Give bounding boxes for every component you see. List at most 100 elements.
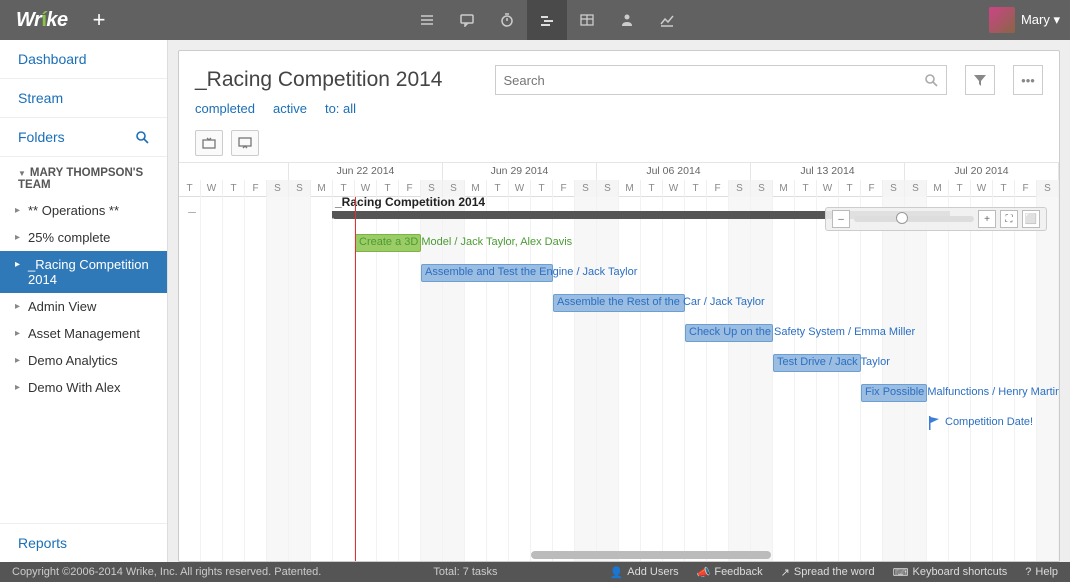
filter-active[interactable]: active <box>273 101 307 116</box>
filter-completed[interactable]: completed <box>195 101 255 116</box>
day-label: S <box>729 180 751 197</box>
table-view-icon[interactable] <box>567 0 607 40</box>
day-label: S <box>575 180 597 197</box>
tree-item[interactable]: _Racing Competition 2014 <box>0 251 167 293</box>
tree-item[interactable]: 25% complete <box>0 224 167 251</box>
collapse-all-button[interactable] <box>231 130 259 156</box>
content-panel: _Racing Competition 2014 ••• completed a… <box>178 50 1060 562</box>
day-label: T <box>685 180 707 197</box>
feedback-link[interactable]: 📣 Feedback <box>697 566 763 579</box>
search-box[interactable] <box>495 65 948 95</box>
comment-view-icon[interactable] <box>447 0 487 40</box>
zoom-out-icon[interactable]: – <box>832 210 850 228</box>
gantt-toolbar <box>179 124 1059 163</box>
zoom-full-icon[interactable]: ⬜ <box>1022 210 1040 228</box>
day-label: W <box>201 180 223 197</box>
search-input[interactable] <box>504 73 925 88</box>
day-label: F <box>1015 180 1037 197</box>
timer-view-icon[interactable] <box>487 0 527 40</box>
day-label: S <box>289 180 311 197</box>
search-submit-icon[interactable] <box>924 73 938 87</box>
day-label: T <box>641 180 663 197</box>
nav-dashboard[interactable]: Dashboard <box>0 40 167 79</box>
day-label: W <box>509 180 531 197</box>
nav-stream[interactable]: Stream <box>0 79 167 118</box>
zoom-control[interactable]: – + ⛶ ⬜ <box>825 207 1047 231</box>
help-link[interactable]: ? Help <box>1025 566 1058 578</box>
task-label: Create a 3D Model / Jack Taylor, Alex Da… <box>359 236 572 248</box>
nav-folders[interactable]: Folders <box>0 118 167 157</box>
filter-to[interactable]: to: all <box>325 101 356 116</box>
sidebar: Dashboard Stream Folders MARY THOMPSON'S… <box>0 40 168 562</box>
zoom-in-icon[interactable]: + <box>978 210 996 228</box>
tree-item[interactable]: Admin View <box>0 293 167 320</box>
tree-item[interactable]: Asset Management <box>0 320 167 347</box>
task-total: Total: 7 tasks <box>433 566 497 578</box>
more-button[interactable]: ••• <box>1013 65 1043 95</box>
folder-tree: MARY THOMPSON'S TEAM ** Operations **25%… <box>0 157 167 523</box>
week-label: Jul 06 2014 <box>597 163 751 180</box>
day-label: W <box>817 180 839 197</box>
page-title: _Racing Competition 2014 <box>195 68 443 92</box>
day-label: T <box>839 180 861 197</box>
main-area: _Racing Competition 2014 ••• completed a… <box>168 40 1070 562</box>
horizontal-scrollbar[interactable] <box>531 551 771 559</box>
collapse-handle[interactable]: – <box>179 203 205 219</box>
zoom-fit-icon[interactable]: ⛶ <box>1000 210 1018 228</box>
shortcuts-link[interactable]: ⌨ Keyboard shortcuts <box>893 566 1008 579</box>
week-label: Jul 13 2014 <box>751 163 905 180</box>
nav-reports[interactable]: Reports <box>0 523 167 562</box>
day-label: T <box>795 180 817 197</box>
zoom-thumb[interactable] <box>896 212 908 224</box>
zoom-slider[interactable] <box>854 216 974 222</box>
analytics-view-icon[interactable] <box>647 0 687 40</box>
day-label: T <box>531 180 553 197</box>
day-label: M <box>619 180 641 197</box>
day-label: M <box>311 180 333 197</box>
day-label: S <box>267 180 289 197</box>
task-label: Assemble the Rest of the Car / Jack Tayl… <box>557 296 765 308</box>
day-label: F <box>861 180 883 197</box>
logo[interactable]: Wríke <box>16 9 68 32</box>
tree-item[interactable]: Demo With Alex <box>0 374 167 401</box>
spread-link[interactable]: ↗ Spread the word <box>781 566 875 579</box>
week-label: Jun 29 2014 <box>443 163 597 180</box>
day-label: M <box>927 180 949 197</box>
footer: Copyright ©2006-2014 Wrike, Inc. All rig… <box>0 562 1070 582</box>
copyright: Copyright ©2006-2014 Wrike, Inc. All rig… <box>12 566 321 578</box>
week-label: Jun 22 2014 <box>289 163 443 180</box>
filters-row: completed active to: all <box>195 101 1043 116</box>
expand-all-button[interactable] <box>195 130 223 156</box>
tree-item[interactable]: Demo Analytics <box>0 347 167 374</box>
filter-button[interactable] <box>965 65 995 95</box>
gantt-chart[interactable]: Jun 22 2014Jun 29 2014Jul 06 2014Jul 13 … <box>179 163 1059 561</box>
user-menu[interactable]: Mary ▾ <box>989 7 1060 33</box>
day-label: S <box>751 180 773 197</box>
task-label: Assemble and Test the Engine / Jack Tayl… <box>425 266 637 278</box>
tree-item[interactable]: ** Operations ** <box>0 197 167 224</box>
tree-group[interactable]: MARY THOMPSON'S TEAM <box>0 161 167 197</box>
day-label: S <box>597 180 619 197</box>
week-label: Jul 20 2014 <box>905 163 1059 180</box>
day-label: T <box>949 180 971 197</box>
search-icon[interactable] <box>135 130 149 144</box>
timeline-view-icon[interactable] <box>527 0 567 40</box>
task-label: Check Up on the Safety System / Emma Mil… <box>689 326 915 338</box>
workload-view-icon[interactable] <box>607 0 647 40</box>
day-label: M <box>773 180 795 197</box>
milestone-icon[interactable] <box>927 415 939 429</box>
gantt-header: Jun 22 2014Jun 29 2014Jul 06 2014Jul 13 … <box>179 163 1059 197</box>
day-label: T <box>993 180 1015 197</box>
app-header: Wríke + Mary ▾ <box>0 0 1070 40</box>
avatar <box>989 7 1015 33</box>
day-label: S <box>1037 180 1059 197</box>
day-label: F <box>553 180 575 197</box>
list-view-icon[interactable] <box>407 0 447 40</box>
day-label: T <box>223 180 245 197</box>
add-button[interactable]: + <box>93 7 106 33</box>
day-label: T <box>487 180 509 197</box>
day-label: W <box>663 180 685 197</box>
add-users-link[interactable]: 👤 Add Users <box>610 566 679 579</box>
day-label: F <box>245 180 267 197</box>
gantt-body[interactable]: –_Racing Competition 2014Create a 3D Mod… <box>179 197 1059 561</box>
